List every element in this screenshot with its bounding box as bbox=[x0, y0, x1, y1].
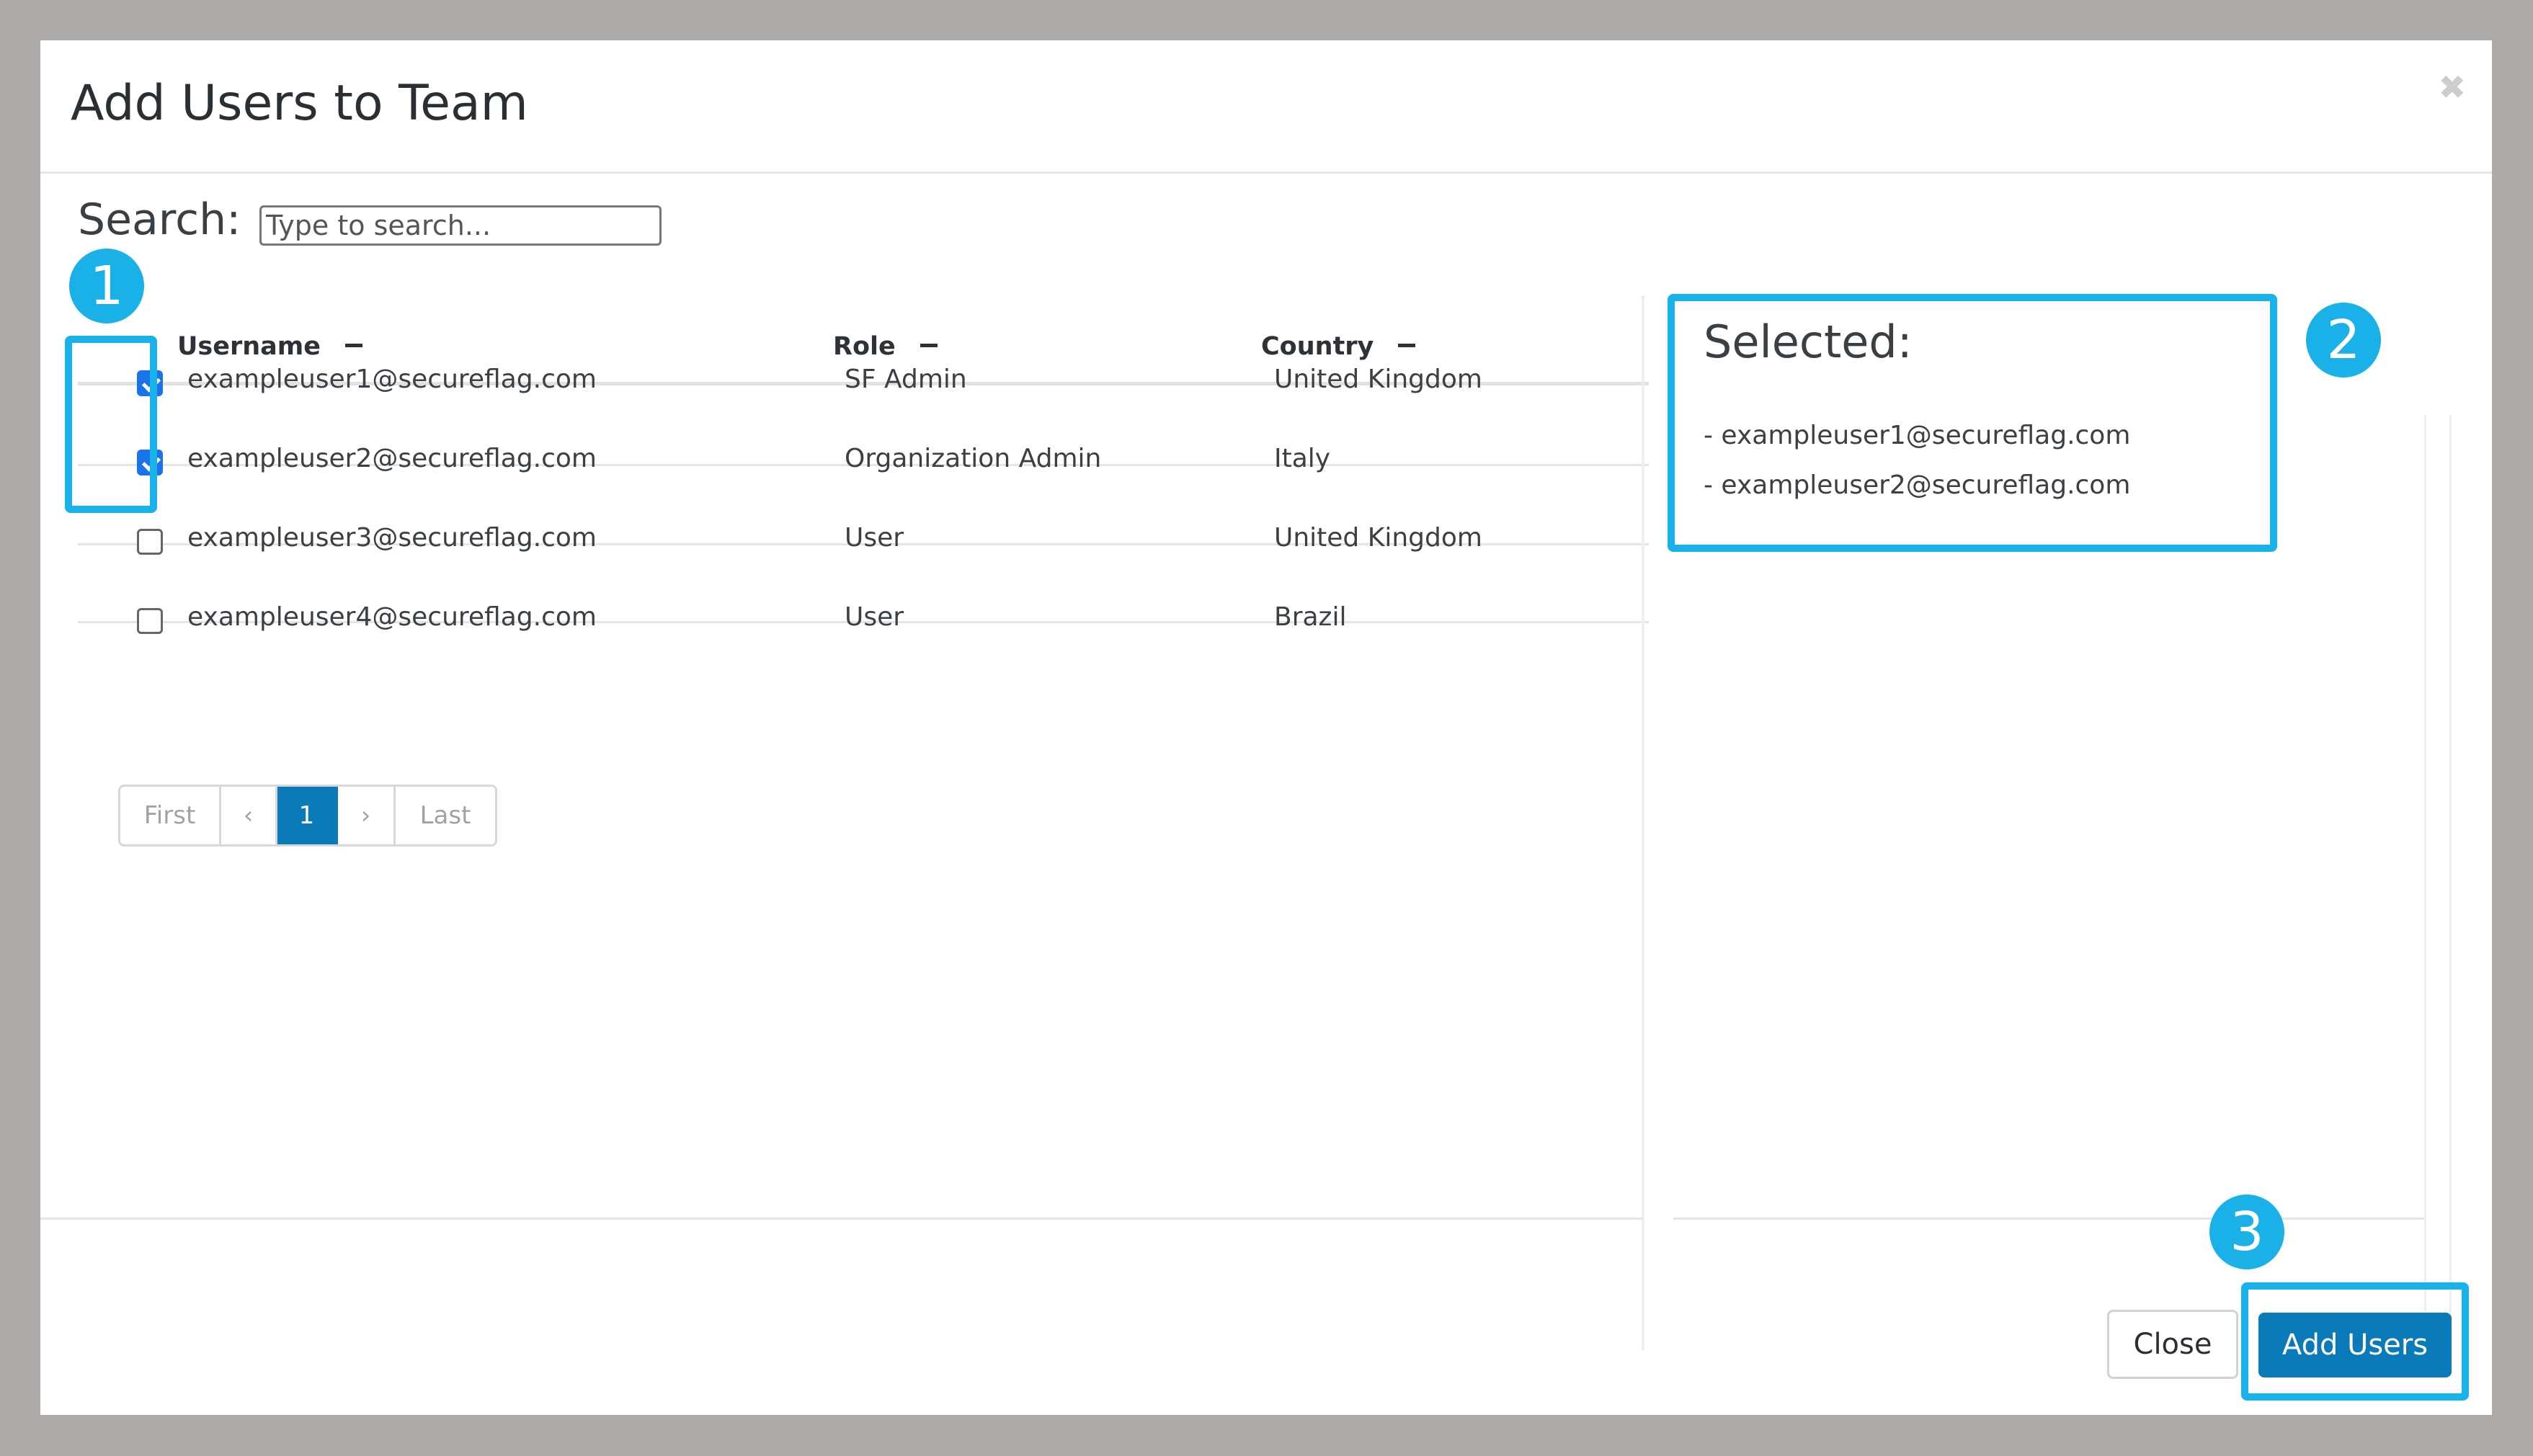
column-header-label: Role bbox=[833, 332, 896, 361]
column-header-label: Username bbox=[177, 332, 321, 361]
cell-role: User bbox=[845, 602, 904, 632]
row-checkbox[interactable] bbox=[137, 608, 163, 634]
footer-divider bbox=[40, 1218, 1643, 1220]
cell-role: User bbox=[845, 523, 904, 553]
column-header-role[interactable]: Role bbox=[833, 332, 938, 361]
sort-icon bbox=[920, 343, 938, 347]
annotation-badge-3: 3 bbox=[2209, 1194, 2284, 1269]
column-header-country[interactable]: Country bbox=[1261, 332, 1416, 361]
annotation-highlight-checkboxes bbox=[65, 336, 157, 513]
annotation-badge-2: 2 bbox=[2306, 303, 2381, 378]
add-users-modal: Add Users to Team ✖ Search: Username Rol… bbox=[40, 40, 2492, 1415]
cell-role: Organization Admin bbox=[845, 444, 1102, 473]
modal-title: Add Users to Team bbox=[71, 75, 528, 132]
search-label: Search: bbox=[78, 195, 241, 245]
sort-icon bbox=[345, 343, 362, 347]
row-checkbox[interactable] bbox=[137, 529, 163, 555]
cell-country: United Kingdom bbox=[1274, 365, 1482, 394]
selected-panel-border bbox=[1642, 295, 1644, 1351]
modal-header: Add Users to Team ✖ bbox=[40, 40, 2492, 174]
annotation-highlight-selected bbox=[1668, 294, 2277, 552]
annotation-highlight-add-users bbox=[2241, 1282, 2469, 1401]
cell-username: exampleuser3@secureflag.com bbox=[187, 523, 597, 553]
close-icon[interactable]: ✖ bbox=[2438, 68, 2466, 107]
cell-username: exampleuser4@secureflag.com bbox=[187, 602, 597, 632]
search-input[interactable] bbox=[259, 205, 662, 246]
annotation-badge-1: 1 bbox=[69, 249, 144, 323]
cell-username: exampleuser1@secureflag.com bbox=[187, 365, 597, 394]
pagination-first[interactable]: First bbox=[120, 787, 221, 844]
column-header-username[interactable]: Username bbox=[177, 332, 362, 361]
cell-username: exampleuser2@secureflag.com bbox=[187, 444, 597, 473]
sort-icon bbox=[1398, 343, 1416, 347]
column-header-label: Country bbox=[1261, 332, 1374, 361]
footer-divider bbox=[1673, 1218, 2424, 1220]
close-button[interactable]: Close bbox=[2107, 1310, 2238, 1379]
cell-country: Brazil bbox=[1274, 602, 1347, 632]
pagination-last[interactable]: Last bbox=[396, 787, 495, 844]
pagination-next[interactable]: › bbox=[338, 787, 396, 844]
cell-country: Italy bbox=[1274, 444, 1331, 473]
pagination: First ‹ 1 › Last bbox=[118, 785, 497, 847]
pagination-page-1[interactable]: 1 bbox=[277, 787, 338, 844]
pagination-prev[interactable]: ‹ bbox=[221, 787, 277, 844]
cell-role: SF Admin bbox=[845, 365, 967, 394]
selected-panel-scrollbar[interactable] bbox=[2424, 415, 2452, 1350]
cell-country: United Kingdom bbox=[1274, 523, 1482, 553]
